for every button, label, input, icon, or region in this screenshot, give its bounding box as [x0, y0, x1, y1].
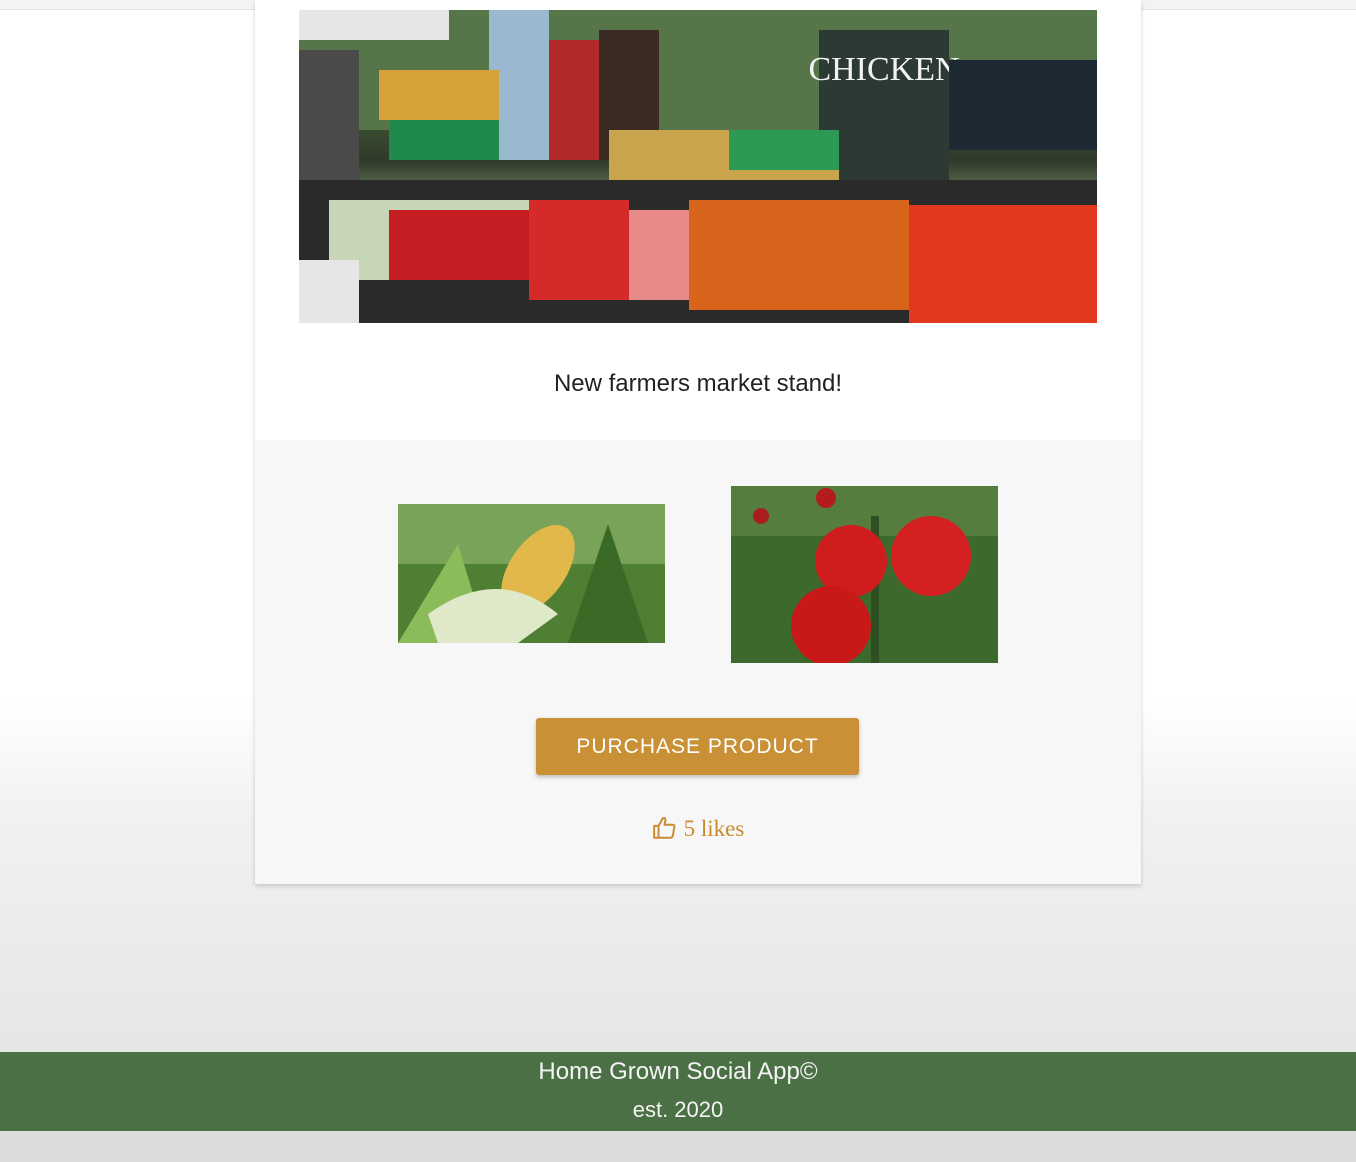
- farmers-market-image: CHICKEN: [299, 10, 1097, 323]
- tomato-product-image: [731, 486, 998, 663]
- post-card: CHICKEN New farmers market stand! PURCHA…: [255, 0, 1141, 884]
- purchase-product-button[interactable]: PURCHASE PRODUCT: [536, 718, 859, 775]
- corn-product-image: [398, 504, 665, 643]
- likes-count: 5 likes: [683, 816, 745, 841]
- chicken-sign-text: CHICKEN: [808, 51, 959, 88]
- footer-app-name: Home Grown Social App©: [538, 1058, 818, 1085]
- post-card-header: CHICKEN New farmers market stand!: [255, 0, 1141, 440]
- post-caption: New farmers market stand!: [553, 370, 843, 397]
- thumbs-up-icon[interactable]: [652, 815, 678, 847]
- site-footer: Home Grown Social App© est. 2020: [0, 1052, 1356, 1131]
- likes-row: 5 likes: [255, 815, 1141, 847]
- footer-established: est. 2020: [632, 1097, 724, 1122]
- page-bottom-edge: [0, 1131, 1356, 1162]
